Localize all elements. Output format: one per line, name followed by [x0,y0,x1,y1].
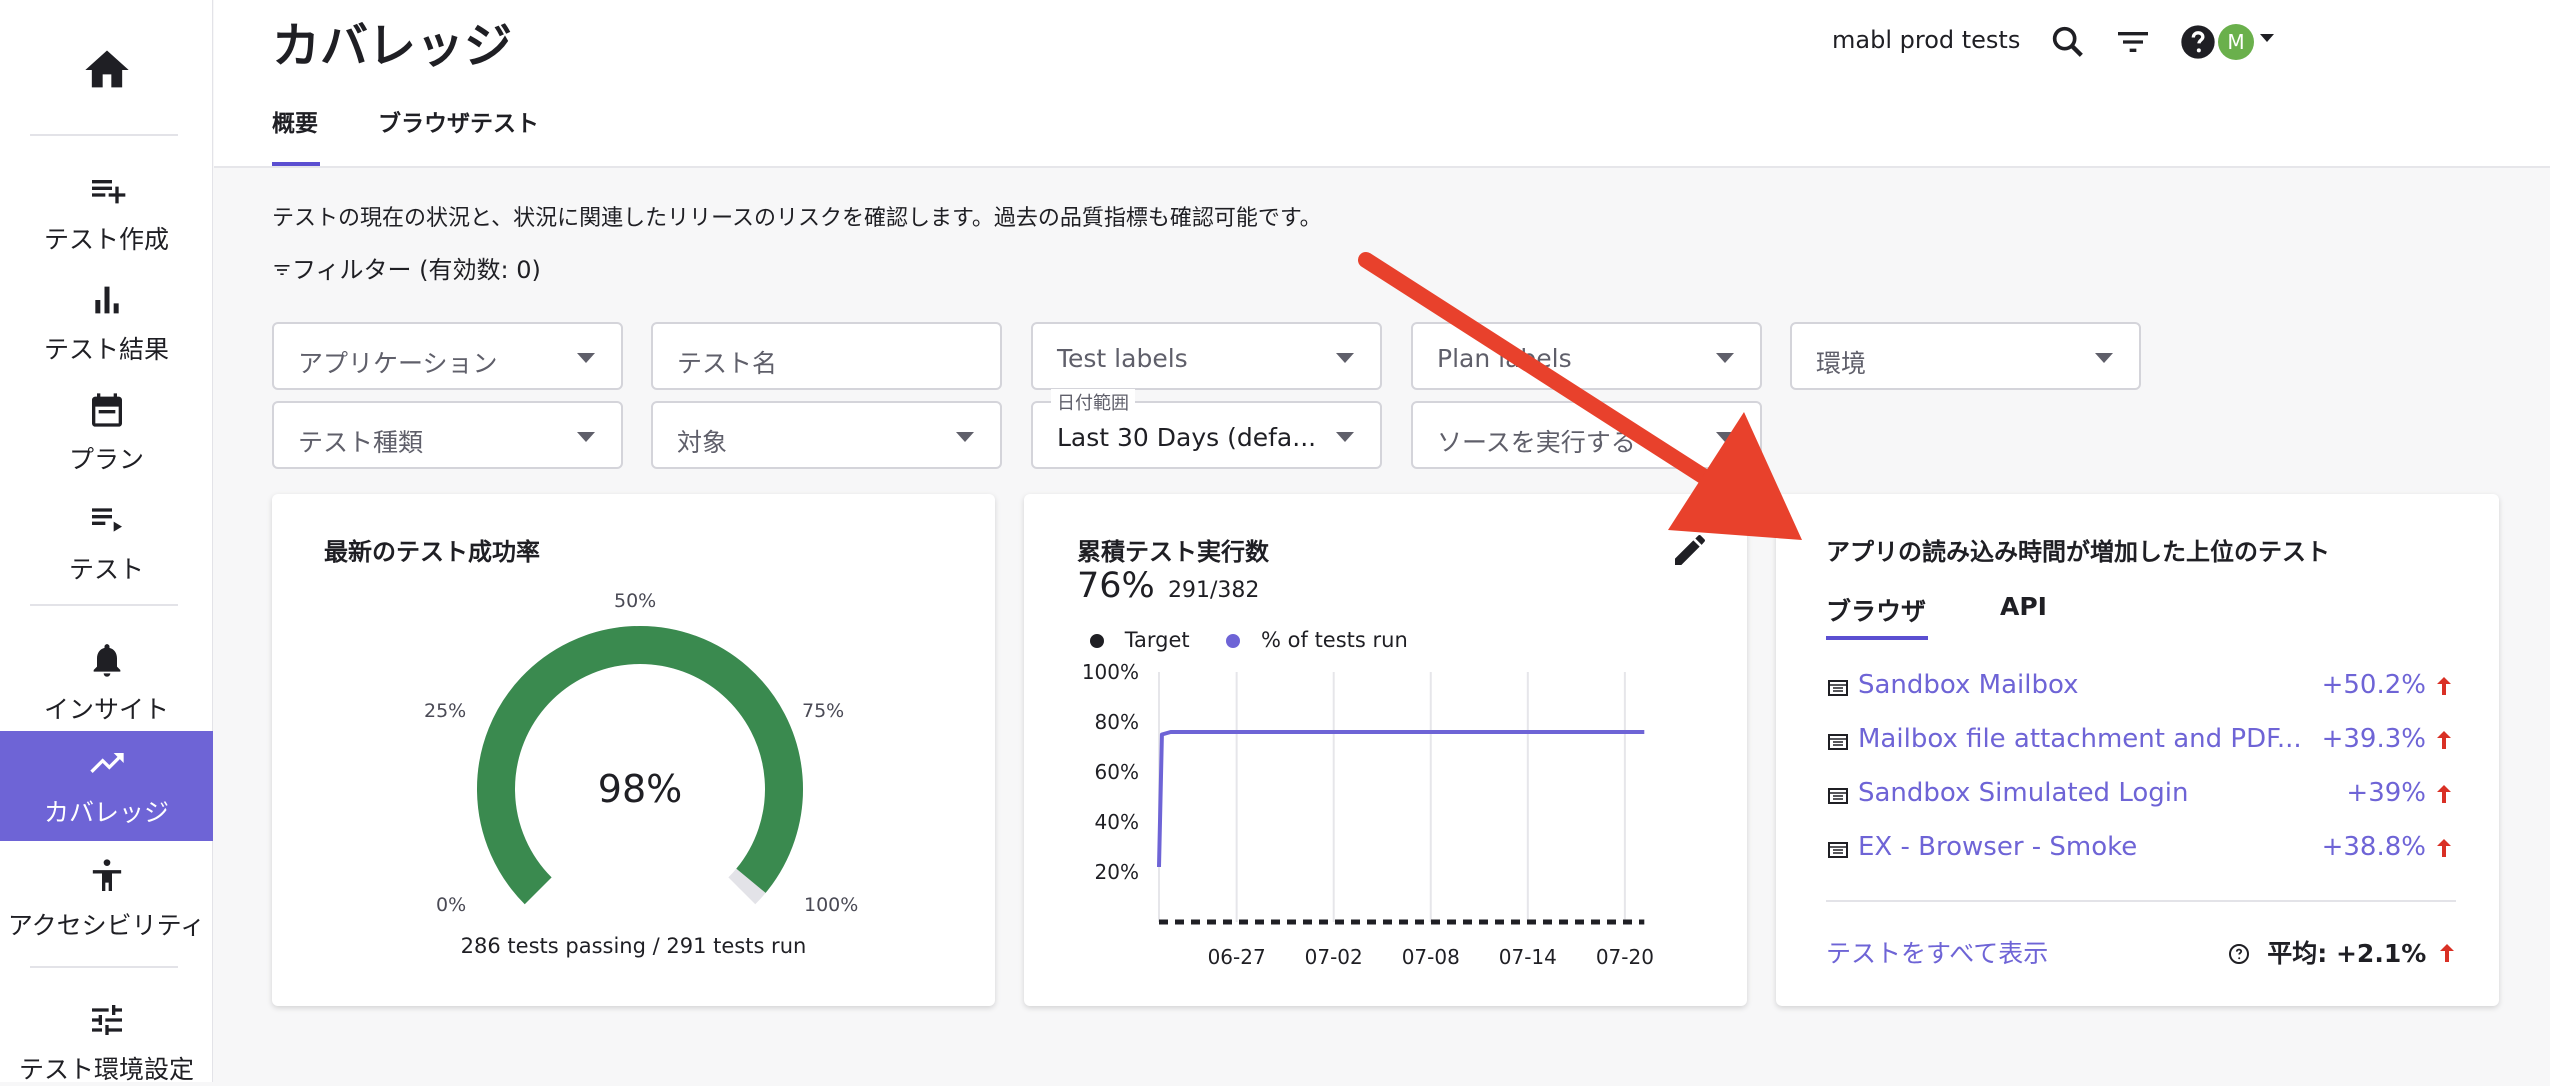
annotation-arrow [1358,252,1802,540]
annotation-arrow-shaft [1358,252,1714,486]
